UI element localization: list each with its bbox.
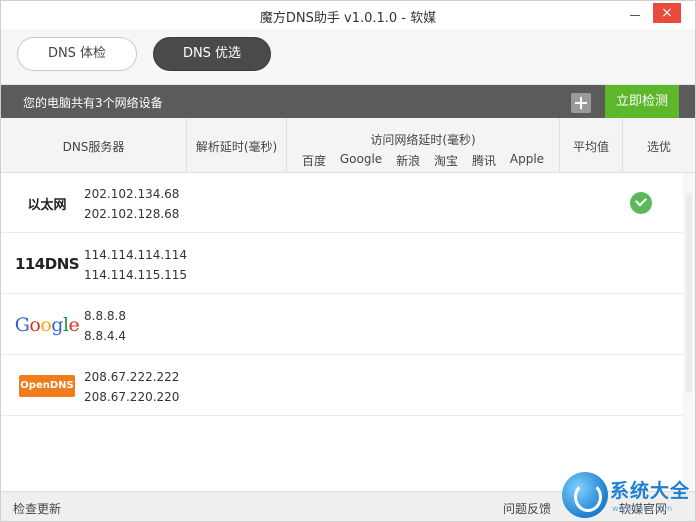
window-title: 魔方DNS助手 v1.0.1.0 - 软媒 xyxy=(259,11,437,26)
col-header-resolve: 解析延时(毫秒) xyxy=(187,118,287,173)
col-header-avg: 平均值 xyxy=(560,118,623,173)
tab-bar: DNS 体检 DNS 优选 xyxy=(1,29,695,85)
device-count-text: 您的电脑共有3个网络设备 xyxy=(23,96,163,110)
opendns-logo: OpenDNS xyxy=(17,373,77,399)
add-dns-button[interactable] xyxy=(571,93,591,113)
google-logo: Google xyxy=(14,312,80,338)
table-header: DNS服务器 解析延时(毫秒) 访问网络延时(毫秒) 百度 Google 新浪 … xyxy=(1,118,695,173)
ethernet-logo: 以太网 xyxy=(17,190,77,216)
provider-name: Google xyxy=(14,314,80,336)
col-header-server-label: DNS服务器 xyxy=(62,140,125,154)
col-header-resolve-label: 解析延时(毫秒) xyxy=(195,140,278,154)
col-header-best-label: 选优 xyxy=(646,140,671,154)
site-taobao: 淘宝 xyxy=(434,154,459,168)
site-google: Google xyxy=(339,152,383,166)
vertical-scrollbar[interactable] xyxy=(683,173,695,489)
watermark: 系统大全 www.5aixi.com xyxy=(560,470,696,522)
site-list: 百度 Google 新浪 淘宝 腾讯 Apple xyxy=(287,152,559,169)
tab-dns-optimize[interactable]: DNS 优选 xyxy=(153,37,271,71)
dns-helper-window: 魔方DNS助手 v1.0.1.0 - 软媒 × DNS 体检 DNS 优选 您的… xyxy=(0,0,696,522)
site-tencent: 腾讯 xyxy=(471,154,496,168)
114dns-logo: 114DNS xyxy=(14,251,80,277)
table-row[interactable]: 114DNS 114.114.114.114 114.114.115.115 xyxy=(1,234,683,294)
table-row[interactable]: Google 8.8.8.8 8.8.4.4 xyxy=(1,295,683,355)
feedback-link[interactable]: 问题反馈 xyxy=(503,500,551,517)
watermark-text: 系统大全 xyxy=(610,480,691,502)
col-header-server: DNS服务器 xyxy=(1,118,187,173)
check-update-link[interactable]: 检查更新 xyxy=(13,500,61,517)
title-bar: 魔方DNS助手 v1.0.1.0 - 软媒 × xyxy=(1,1,695,29)
table-row[interactable]: OpenDNS 208.67.222.222 208.67.220.220 xyxy=(1,356,683,416)
provider-name: 114DNS xyxy=(14,255,80,273)
site-apple: Apple xyxy=(509,152,545,166)
site-sina: 新浪 xyxy=(396,154,421,168)
col-header-access-label: 访问网络延时(毫秒) xyxy=(370,133,476,147)
site-baidu: 百度 xyxy=(301,154,326,168)
device-bar: 您的电脑共有3个网络设备 立即检测 xyxy=(1,85,695,118)
secondary-dns: 8.8.4.4 xyxy=(84,329,126,343)
secondary-dns: 202.102.128.68 xyxy=(84,207,180,221)
tab-dns-checkup[interactable]: DNS 体检 xyxy=(17,37,137,71)
secondary-dns: 208.67.220.220 xyxy=(84,390,180,404)
primary-dns: 202.102.134.68 xyxy=(84,187,180,201)
secondary-dns: 114.114.115.115 xyxy=(84,268,188,282)
watermark-url: www.5aixi.com xyxy=(612,504,673,513)
provider-name: OpenDNS xyxy=(19,375,75,397)
table-row[interactable]: 以太网 202.102.134.68 202.102.128.68 xyxy=(1,173,683,233)
col-header-access: 访问网络延时(毫秒) 百度 Google 新浪 淘宝 腾讯 Apple xyxy=(287,118,560,173)
globe-icon xyxy=(562,472,608,518)
col-header-avg-label: 平均值 xyxy=(572,140,609,154)
minimize-icon[interactable] xyxy=(625,5,645,25)
scroll-thumb[interactable] xyxy=(686,193,692,393)
primary-dns: 208.67.222.222 xyxy=(84,370,180,384)
primary-dns: 114.114.114.114 xyxy=(84,248,188,262)
close-button[interactable]: × xyxy=(653,3,681,23)
detect-now-button[interactable]: 立即检测 xyxy=(605,85,679,118)
col-header-best: 选优 xyxy=(623,118,695,173)
check-icon xyxy=(630,192,652,214)
provider-name: 以太网 xyxy=(27,197,67,213)
primary-dns: 8.8.8.8 xyxy=(84,309,126,323)
